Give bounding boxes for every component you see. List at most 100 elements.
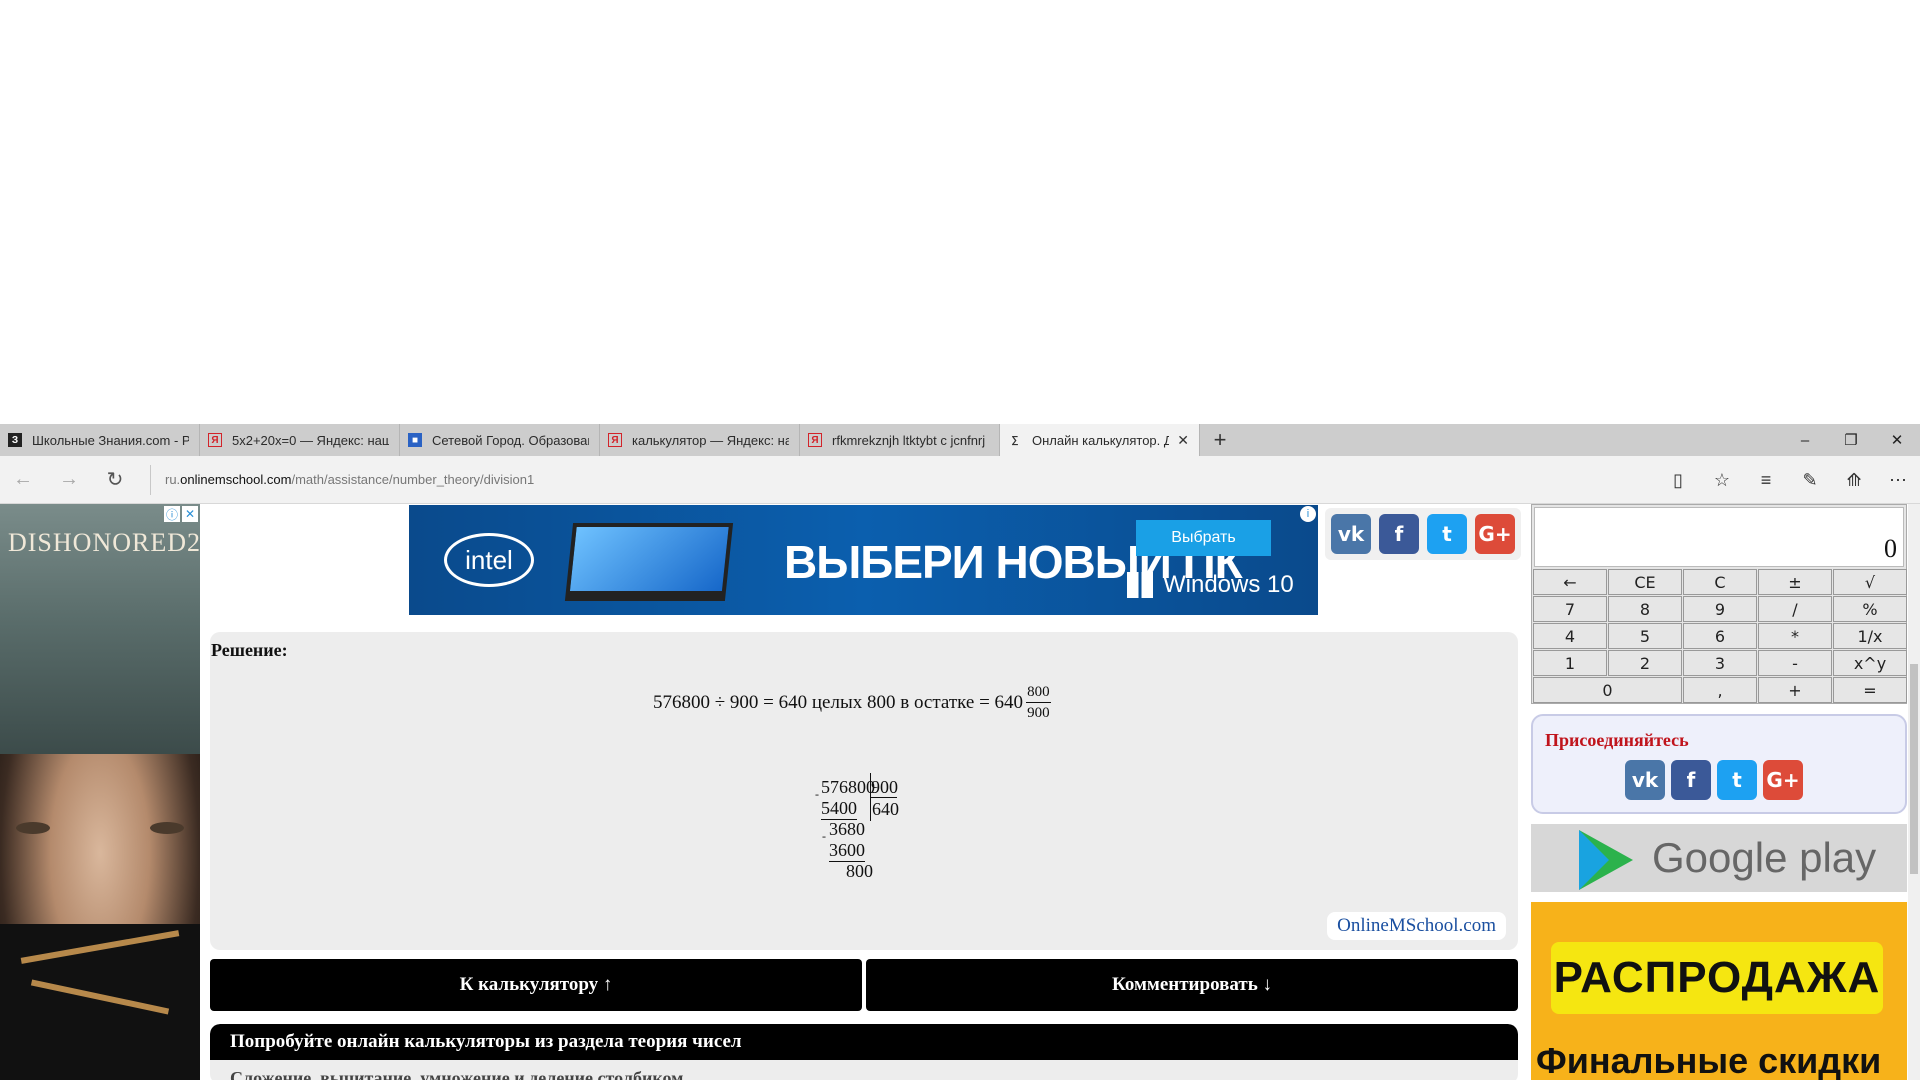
calc-key[interactable]: 0 — [1533, 677, 1682, 703]
vk-icon[interactable]: vk — [1331, 514, 1371, 554]
facebook-icon[interactable]: f — [1671, 760, 1711, 800]
google-play-icon-inner — [1579, 830, 1609, 890]
calculator-display[interactable]: 0 — [1534, 507, 1904, 567]
minimize-button[interactable]: – — [1782, 424, 1828, 456]
calc-key[interactable]: √ — [1833, 569, 1907, 595]
ld-minus-2: - — [822, 829, 826, 843]
to-calculator-button[interactable]: К калькулятору ↑ — [210, 959, 862, 1011]
tab-favicon-icon: Я — [608, 433, 622, 447]
calc-key[interactable]: 3 — [1683, 650, 1757, 676]
new-tab-button[interactable]: + — [1200, 424, 1240, 456]
calc-key[interactable]: + — [1758, 677, 1832, 703]
tab-favicon-icon: Я — [208, 433, 222, 447]
ad-mask-image — [0, 924, 200, 1080]
laptop-image — [564, 523, 734, 601]
site-credit-link[interactable]: OnlineMSchool.com — [1327, 912, 1506, 940]
calc-key[interactable]: ← — [1533, 569, 1607, 595]
restore-button[interactable]: ❐ — [1828, 424, 1874, 456]
calc-key[interactable]: CE — [1608, 569, 1682, 595]
favorite-star-icon[interactable]: ☆ — [1700, 456, 1744, 504]
calc-key[interactable]: 8 — [1608, 596, 1682, 622]
calc-key[interactable]: x^y — [1833, 650, 1907, 676]
ad-eye-left — [16, 822, 50, 834]
calc-key[interactable]: C — [1683, 569, 1757, 595]
page-scrollbar[interactable] — [1908, 504, 1920, 1080]
ld-divisor-line — [871, 797, 897, 798]
calc-key[interactable]: * — [1758, 623, 1832, 649]
ad-close-icon[interactable]: ✕ — [182, 506, 198, 522]
reading-view-icon[interactable]: ▯ — [1656, 456, 1700, 504]
back-button[interactable]: ← — [0, 456, 46, 504]
ld-dividend: 576800 — [821, 777, 875, 797]
tab-5[interactable]: ∑ Онлайн калькулятор. Д ✕ — [1000, 424, 1200, 456]
ad-controls: ⓘ ✕ — [164, 506, 198, 522]
side-calculator: 0 ← CE C ± √ 7 8 9/% 4 5 6 * 1/x 1 2 3- x^y 0, + = — [1531, 504, 1907, 704]
web-note-icon[interactable]: ✎ — [1788, 456, 1832, 504]
left-side-ad[interactable]: DISHONORED2 ⓘ ✕ — [0, 504, 200, 1080]
tab-4[interactable]: Яrfkmrekznjh ltktybt c jcnfnrj — [800, 424, 1000, 456]
tab-title: калькулятор — Яндекс: на — [632, 432, 789, 448]
more-icon[interactable]: ⋯ — [1876, 456, 1920, 504]
tab-bar: З Школьные Знания.com - Р Я 5x2+20x=0 — Янд… — [0, 424, 1920, 456]
tab-0[interactable]: З Школьные Знания.com - Р — [0, 424, 200, 456]
tab-title: rfkmrekznjh ltktybt c jcnfnrj — [832, 432, 986, 448]
ad-brand-title: DISHONORED2 — [8, 528, 200, 557]
hub-icon[interactable]: ≡ — [1744, 456, 1788, 504]
windows-logo: Windows 10 — [1127, 571, 1294, 599]
banner-info-icon[interactable]: i — [1300, 506, 1316, 522]
tab-favicon-icon: Я — [808, 433, 822, 447]
join-social-buttons: vk f t G+ — [1625, 760, 1803, 800]
banner-choose-button[interactable]: Выбрать — [1136, 520, 1271, 556]
calc-key[interactable]: 9 — [1683, 596, 1757, 622]
share-icon[interactable]: ⟰ — [1832, 456, 1876, 504]
sale-ad[interactable]: РАСПРОДАЖА Финальные скидки — [1531, 902, 1907, 1080]
toolbar-right: ▯ ☆ ≡ ✎ ⟰ ⋯ — [1656, 456, 1920, 504]
solution-panel: Решение: 576800 ÷ 900 = 640 целых 800 в … — [210, 632, 1518, 950]
ad-info-icon[interactable]: ⓘ — [164, 506, 180, 522]
calc-key[interactable]: 1 — [1533, 650, 1607, 676]
tab-2[interactable]: ■ Сетевой Город. Образован — [400, 424, 600, 456]
ld-step-3: 3600 — [829, 840, 865, 860]
google-play-label: Google play — [1652, 834, 1877, 881]
try-calculators-panel: Попробуйте онлайн калькуляторы из раздел… — [210, 1024, 1518, 1080]
url-prefix: ru. — [165, 472, 181, 487]
calc-key[interactable]: 2 — [1608, 650, 1682, 676]
ld-remainder: 800 — [846, 861, 873, 881]
tab-3[interactable]: Якалькулятор — Яндекс: на — [600, 424, 800, 456]
calc-key[interactable]: 5 — [1608, 623, 1682, 649]
calc-key[interactable]: % — [1833, 596, 1907, 622]
calc-key[interactable]: 6 — [1683, 623, 1757, 649]
twitter-icon[interactable]: t — [1427, 514, 1467, 554]
calc-key[interactable]: - — [1758, 650, 1832, 676]
vk-icon[interactable]: vk — [1625, 760, 1665, 800]
calc-key[interactable]: ± — [1758, 569, 1832, 595]
tab-title: 5x2+20x=0 — Яндекс: наш — [232, 432, 389, 448]
calc-key[interactable]: / — [1758, 596, 1832, 622]
forward-button[interactable]: → — [46, 456, 92, 504]
close-window-button[interactable]: ✕ — [1874, 424, 1920, 456]
window-controls: – ❐ ✕ — [1782, 424, 1920, 456]
action-buttons: К калькулятору ↑ Комментировать ↓ — [210, 959, 1518, 1011]
tab-1[interactable]: Я 5x2+20x=0 — Яндекс: наш — [200, 424, 400, 456]
calc-key[interactable]: 1/x — [1833, 623, 1907, 649]
googleplus-icon[interactable]: G+ — [1763, 760, 1803, 800]
tab-close-icon[interactable]: ✕ — [1177, 432, 1189, 449]
intel-banner-ad[interactable]: intel ВЫБЕРИ НОВЫЙ ПК Выбрать Windows 10… — [409, 505, 1318, 615]
ld-quotient: 640 — [872, 799, 899, 819]
intel-logo: intel — [444, 533, 534, 587]
try-panel-item[interactable]: Сложение, вычитание, умножение и деление… — [210, 1060, 1518, 1080]
comment-button[interactable]: Комментировать ↓ — [866, 959, 1518, 1011]
calc-key[interactable]: = — [1833, 677, 1907, 703]
address-bar[interactable]: ru. onlinemschool.com/math/assistance/num… — [150, 464, 534, 495]
twitter-icon[interactable]: t — [1717, 760, 1757, 800]
ld-minus-1: - — [815, 787, 819, 801]
scrollbar-thumb[interactable] — [1910, 664, 1918, 874]
tab-favicon-icon: ■ — [408, 433, 422, 447]
calc-key[interactable]: , — [1683, 677, 1757, 703]
refresh-button[interactable]: ↻ — [92, 456, 138, 504]
facebook-icon[interactable]: f — [1379, 514, 1419, 554]
calc-key[interactable]: 4 — [1533, 623, 1607, 649]
calc-key[interactable]: 7 — [1533, 596, 1607, 622]
googleplus-icon[interactable]: G+ — [1475, 514, 1515, 554]
google-play-banner[interactable]: Google play — [1531, 824, 1907, 892]
